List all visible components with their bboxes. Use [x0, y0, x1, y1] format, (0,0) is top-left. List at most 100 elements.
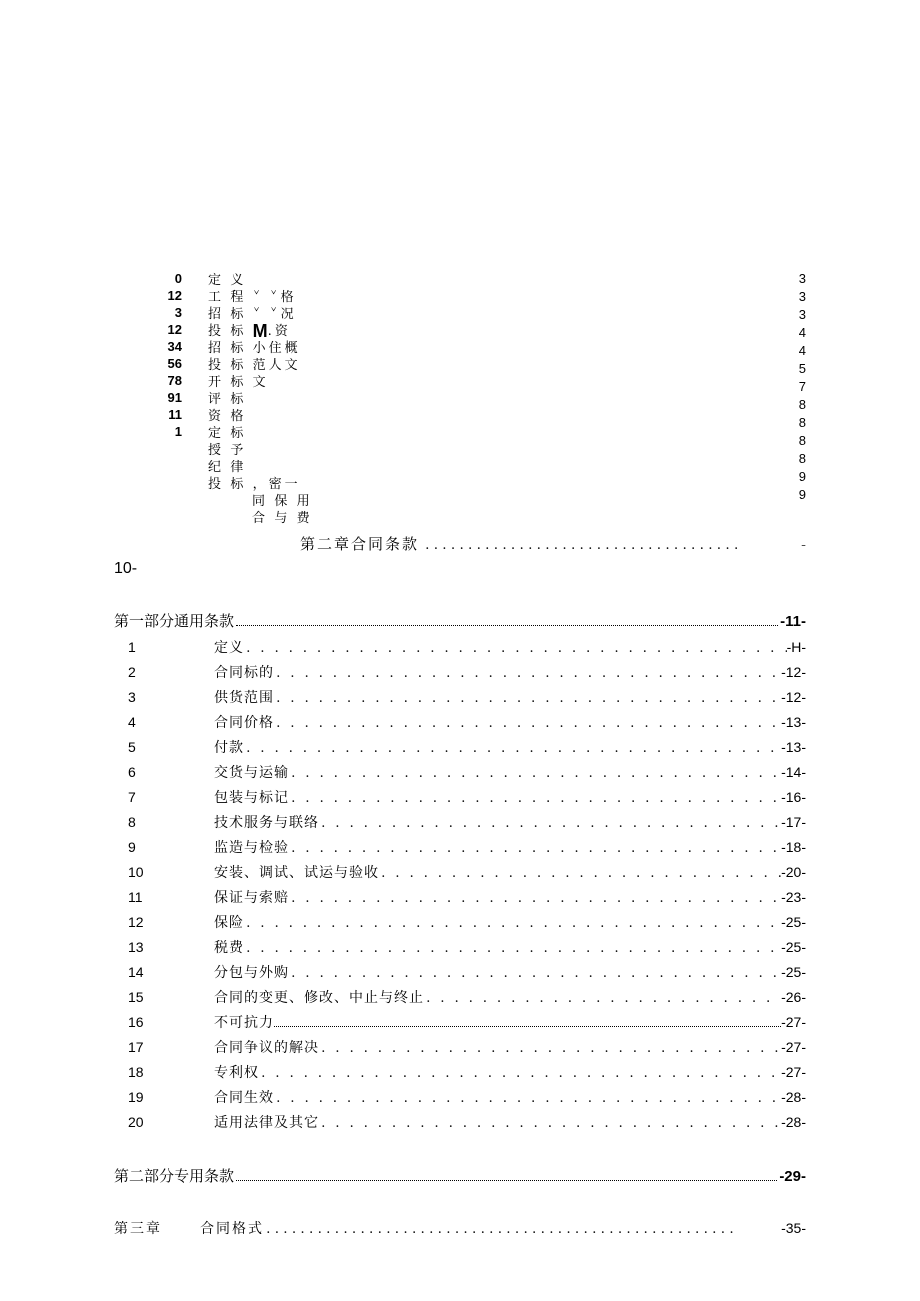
- toc-item-title: 供货范围: [214, 687, 274, 707]
- toc-item: 8技术服务与联络. . . . . . . . . . . . . . . . …: [114, 812, 806, 837]
- toc-item: 6交货与运输. . . . . . . . . . . . . . . . . …: [114, 762, 806, 787]
- top-mid-line: 开 标 文: [208, 372, 313, 389]
- toc-item-title: 分包与外购: [214, 962, 289, 982]
- top-mid-line: 招 标 小住概: [208, 338, 313, 355]
- toc-item-leader: . . . . . . . . . . . . . . . . . . . . …: [319, 1112, 781, 1132]
- toc-item-title: 不可抗力: [214, 1012, 274, 1032]
- toc-item-title: 合同价格: [214, 712, 274, 732]
- toc-item-leader: . . . . . . . . . . . . . . . . . . . . …: [274, 1087, 781, 1107]
- toc-item-title: 监造与检验: [214, 837, 289, 857]
- toc-item-number: 11: [114, 889, 214, 905]
- toc-item-page: -14-: [781, 764, 806, 780]
- top-mid-line: 同 保 用: [208, 491, 313, 508]
- toc-item-page: -20-: [781, 864, 806, 880]
- toc-item-leader: . . . . . . . . . . . . . . . . . . . . …: [274, 687, 781, 707]
- toc-item: 3供货范围. . . . . . . . . . . . . . . . . .…: [114, 687, 806, 712]
- top-right-num: 3: [782, 288, 806, 306]
- top-block: 01231234567891111 定 义工 程 ˇ ˇ格招 标 ˇ ˇ况投 标…: [114, 270, 806, 525]
- toc-item-page: -27-: [781, 1064, 806, 1080]
- toc-item-leader: . . . . . . . . . . . . . . . . . . . . …: [289, 837, 781, 857]
- toc-item-number: 9: [114, 839, 214, 855]
- toc-item: 7包装与标记. . . . . . . . . . . . . . . . . …: [114, 787, 806, 812]
- top-mid-line: 纪 律: [208, 457, 313, 474]
- top-mid-line: 合 与 费: [208, 508, 313, 525]
- top-mid-line: 投 标 M.资: [208, 321, 313, 338]
- toc-item-title: 付款: [214, 737, 244, 757]
- toc-item-leader: . . . . . . . . . . . . . . . . . . . . …: [244, 937, 781, 957]
- toc-item-title: 保险: [214, 912, 244, 932]
- top-mid-line: 定 标: [208, 423, 313, 440]
- toc-item: 9监造与检验. . . . . . . . . . . . . . . . . …: [114, 837, 806, 862]
- toc-item-number: 16: [114, 1014, 214, 1030]
- top-left-num: 1: [114, 423, 182, 440]
- toc-item-title: 包装与标记: [214, 787, 289, 807]
- part-2-label: 第二部分专用条款: [114, 1165, 234, 1186]
- toc-item-number: 15: [114, 989, 214, 1005]
- toc-item: 20适用法律及其它. . . . . . . . . . . . . . . .…: [114, 1112, 806, 1137]
- top-right-num: 3: [782, 270, 806, 288]
- part-1-page: -11-: [780, 613, 806, 630]
- toc-item: 17合同争议的解决. . . . . . . . . . . . . . . .…: [114, 1037, 806, 1062]
- toc-item-leader: . . . . . . . . . . . . . . . . . . . . …: [379, 862, 781, 882]
- toc-item-page: -28-: [781, 1089, 806, 1105]
- top-left-num: 34: [114, 338, 182, 355]
- part-2-header: 第二部分专用条款 -29-: [114, 1165, 806, 1186]
- top-left-num: 0: [114, 270, 182, 287]
- toc-item-page: -25-: [781, 939, 806, 955]
- toc-item-number: 2: [114, 664, 214, 680]
- toc-item-number: 12: [114, 914, 214, 930]
- toc-item-leader: . . . . . . . . . . . . . . . . . . . . …: [274, 662, 781, 682]
- toc-item-leader: . . . . . . . . . . . . . . . . . . . . …: [244, 637, 787, 657]
- toc-part-1: 1定义. . . . . . . . . . . . . . . . . . .…: [114, 637, 806, 1137]
- toc-item-page: -25-: [781, 914, 806, 930]
- toc-item-page: -H-: [787, 639, 806, 655]
- chapter-2-title: 第二章合同条款: [300, 533, 419, 554]
- toc-item-leader: . . . . . . . . . . . . . . . . . . . . …: [244, 737, 781, 757]
- part-2-page: -29-: [779, 1168, 806, 1185]
- toc-item-page: -27-: [781, 1039, 806, 1055]
- top-left-num: 78: [114, 372, 182, 389]
- toc-item-title: 专利权: [214, 1062, 259, 1082]
- toc-item: 4合同价格. . . . . . . . . . . . . . . . . .…: [114, 712, 806, 737]
- chapter-3-label: 第三章: [114, 1218, 200, 1238]
- toc-item: 1定义. . . . . . . . . . . . . . . . . . .…: [114, 637, 806, 662]
- chapter-2-leader: .....................................: [419, 534, 798, 554]
- toc-item: 12保险. . . . . . . . . . . . . . . . . . …: [114, 912, 806, 937]
- top-mid-line: 定 义: [208, 270, 313, 287]
- top-mid-line: 招 标 ˇ ˇ况: [208, 304, 313, 321]
- part-1-leader: [236, 615, 778, 626]
- top-left-num: 11: [114, 406, 182, 423]
- toc-item: 5付款. . . . . . . . . . . . . . . . . . .…: [114, 737, 806, 762]
- toc-item-leader: . . . . . . . . . . . . . . . . . . . . …: [289, 787, 781, 807]
- toc-item: 10安装、调试、试运与验收. . . . . . . . . . . . . .…: [114, 862, 806, 887]
- toc-item-title: 合同的变更、修改、中止与终止: [214, 987, 424, 1007]
- top-left-num: 56: [114, 355, 182, 372]
- toc-item-leader: . . . . . . . . . . . . . . . . . . . . …: [319, 1037, 781, 1057]
- toc-item: 11保证与索赔. . . . . . . . . . . . . . . . .…: [114, 887, 806, 912]
- chapter-3-title: 合同格式: [200, 1218, 264, 1238]
- toc-item-number: 10: [114, 864, 214, 880]
- toc-item-leader: . . . . . . . . . . . . . . . . . . . . …: [274, 712, 781, 732]
- toc-item-title: 适用法律及其它: [214, 1112, 319, 1132]
- chapter-2-heading: 第二章合同条款 ................................…: [114, 533, 806, 578]
- toc-item-leader: . . . . . . . . . . . . . . . . . . . . …: [424, 987, 781, 1007]
- toc-item-number: 1: [114, 639, 214, 655]
- toc-item-leader: . . . . . . . . . . . . . . . . . . . . …: [319, 812, 781, 832]
- toc-item-title: 合同标的: [214, 662, 274, 682]
- page: 01231234567891111 定 义工 程 ˇ ˇ格招 标 ˇ ˇ况投 标…: [0, 0, 920, 1298]
- toc-item-number: 5: [114, 739, 214, 755]
- toc-item: 16不可抗力-27-: [114, 1012, 806, 1037]
- top-right-num: 9: [782, 486, 806, 504]
- toc-item-title: 技术服务与联络: [214, 812, 319, 832]
- toc-item-title: 安装、调试、试运与验收: [214, 862, 379, 882]
- toc-item-number: 19: [114, 1089, 214, 1105]
- toc-item: 15合同的变更、修改、中止与终止. . . . . . . . . . . . …: [114, 987, 806, 1012]
- top-left-num: 12: [114, 287, 182, 304]
- toc-item-leader: [274, 1016, 781, 1027]
- toc-item: 19合同生效. . . . . . . . . . . . . . . . . …: [114, 1087, 806, 1112]
- toc-item-page: -13-: [781, 739, 806, 755]
- top-mid-line: 投 标 ，密一: [208, 474, 313, 491]
- toc-item-page: -12-: [781, 689, 806, 705]
- toc-item-number: 4: [114, 714, 214, 730]
- top-right-num: 4: [782, 342, 806, 360]
